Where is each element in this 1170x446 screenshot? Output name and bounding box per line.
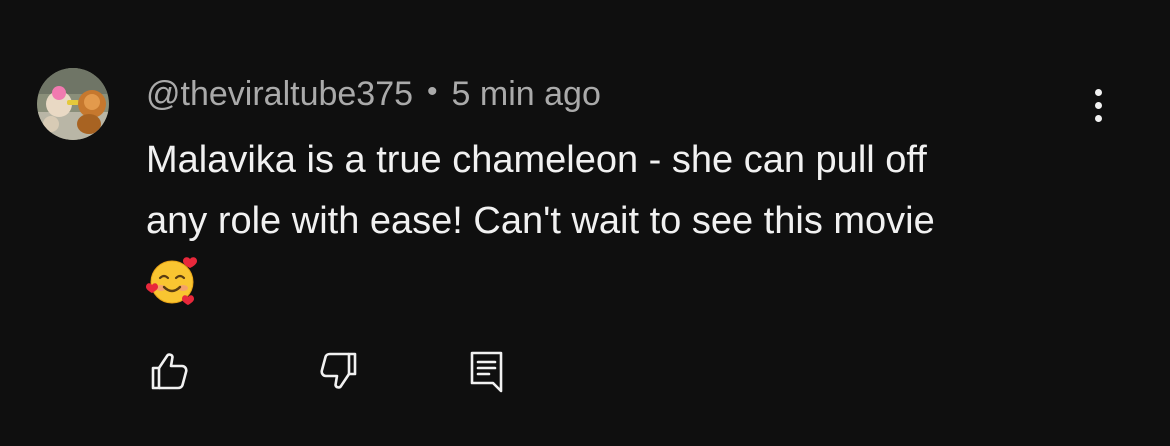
- thumbs-down-icon: [320, 352, 357, 389]
- more-vert-icon-dot: [1094, 101, 1102, 109]
- comment-header: @theviraltube375 • 5 min ago: [146, 72, 601, 116]
- comment-text-line: any role with ease! Can't wait to see th…: [146, 200, 935, 242]
- more-vert-icon: [1094, 88, 1102, 96]
- dislike-button[interactable]: [312, 345, 368, 397]
- avatar[interactable]: [37, 68, 109, 140]
- more-options-button[interactable]: [1078, 80, 1118, 130]
- comment-text-line: Malavika is a true chameleon - she can p…: [146, 139, 927, 181]
- thumbs-up-icon: [151, 353, 188, 390]
- smiling-face-with-hearts-icon: [146, 257, 197, 305]
- more-vert-icon-dot: [1094, 114, 1102, 122]
- like-button[interactable]: [140, 345, 196, 397]
- comment-timestamp[interactable]: 5 min ago: [452, 75, 601, 114]
- author-name[interactable]: @theviraltube375: [146, 75, 413, 114]
- reply-button[interactable]: [458, 345, 514, 397]
- separator-dot: •: [427, 75, 438, 108]
- avatar-photo-icon: [37, 68, 109, 140]
- reply-comment-icon: [470, 351, 503, 393]
- comment-thread: @theviraltube375 • 5 min ago Malavika is…: [0, 0, 1170, 446]
- comment-text: Malavika is a true chameleon - she can p…: [146, 130, 1086, 307]
